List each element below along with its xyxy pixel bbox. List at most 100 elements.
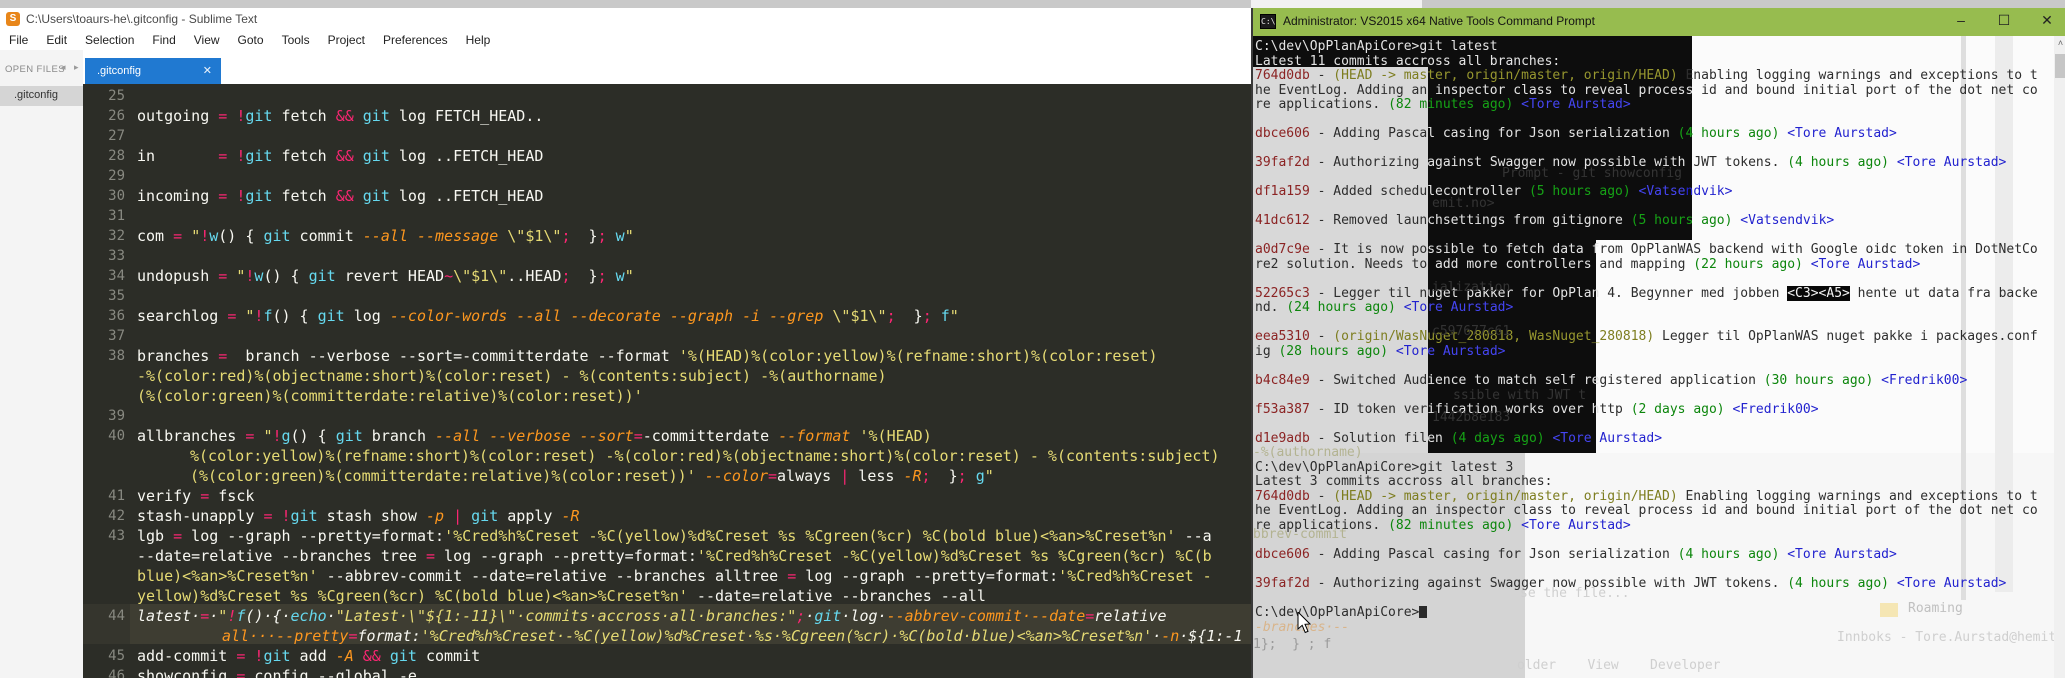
code-editor[interactable]: 25 26 27 28 29 30 31 32 33 34 35 36 37 38 39 40 41 42 43 44… — [83, 84, 1251, 678]
code-row: blue)<%an>%Creset%n' --abbrev-commit --d… — [137, 567, 1212, 585]
tab-scroll-arrows[interactable]: ◂ ▸ — [61, 62, 82, 73]
menu-view[interactable]: View — [185, 33, 229, 47]
line-number: 29 — [108, 168, 125, 184]
close-button[interactable]: ✕ — [2036, 12, 2058, 29]
menu-tools[interactable]: Tools — [273, 33, 319, 47]
console-row: he EventLog. Adding an inspector class t… — [1255, 82, 2038, 98]
line-number: 32 — [108, 228, 125, 244]
menu-edit[interactable]: Edit — [37, 33, 76, 47]
ghost-text: 1442b8e183 — [1432, 410, 1511, 425]
line-number: 44 — [108, 608, 125, 624]
code-row: all···--pretty=format:'%Cred%h%Creset·-%… — [222, 627, 1243, 645]
ghost-text: emit.no> — [1432, 196, 1495, 211]
tab-gitconfig[interactable]: .gitconfig ✕ — [85, 58, 221, 86]
line-number: 43 — [108, 528, 125, 544]
ghost-text: ialization — [1432, 280, 1511, 295]
code-row: branches = branch --verbose --sort=-comm… — [137, 347, 1158, 365]
tab-strip: ◂ ▸ .gitconfig ✕ — [61, 50, 1251, 126]
console-row: Latest 11 commits accross all branches: — [1255, 53, 1561, 69]
menu-file[interactable]: File — [0, 33, 37, 47]
console-row: b4c84e9 - Switched Audience to match sel… — [1255, 372, 1968, 388]
console-row: 41dc612 - Removed launchsettings from gi… — [1255, 213, 1835, 228]
ghost-text: -%(authorname) — [1253, 445, 1363, 460]
code-row: yellow)%d%Creset %s %Cgreen(%cr) %C(bold… — [137, 587, 986, 605]
menu-preferences[interactable]: Preferences — [374, 33, 457, 47]
maximize-button[interactable]: ☐ — [1993, 12, 2015, 29]
menu-find[interactable]: Find — [143, 33, 184, 47]
code-row: stash-unapply = !git stash show -p | git… — [137, 507, 580, 525]
console-row: dbce606 - Adding Pascal casing for Json … — [1255, 546, 1897, 562]
line-number: 36 — [108, 308, 125, 324]
console-scrollbar[interactable]: ˄ — [2054, 36, 2065, 678]
code-row: outgoing = !git fetch && git log FETCH_H… — [137, 107, 544, 125]
line-number: 38 — [108, 348, 125, 364]
console-row: ig (28 hours ago) <Tore Aurstad> — [1255, 343, 1506, 359]
menubar: File Edit Selection Find View Goto Tools… — [0, 30, 1251, 50]
line-number: 39 — [108, 408, 125, 424]
ghost-text: 1}; } ; f — [1253, 637, 1332, 652]
line-number: 28 — [108, 148, 125, 164]
console-row: nd. (24 hours ago) <Tore Aurstad> — [1255, 300, 1514, 315]
sidebar-item-gitconfig[interactable]: .gitconfig — [0, 86, 83, 106]
minimize-button[interactable]: – — [1950, 12, 1972, 28]
menu-project[interactable]: Project — [319, 33, 374, 47]
console-row: d1e9adb - Solution filen (4 days ago) <T… — [1255, 430, 1663, 446]
line-number: 25 — [108, 88, 125, 104]
ghost-folder-icon — [1880, 603, 1898, 617]
code-row: lgb = log --graph --pretty=format:'%Cred… — [137, 527, 1212, 545]
line-number: 26 — [108, 108, 125, 124]
ghost-text: Prompt - git showconfig — [1502, 166, 1683, 181]
line-number: 30 — [108, 188, 125, 204]
open-files-label: OPEN FILES — [5, 64, 65, 75]
console-row: 764d0db - (HEAD -> master, origin/master… — [1255, 68, 2038, 83]
ghost-text: ssible with JWT t — [1453, 388, 1587, 403]
console-row: 39faf2d - Authorizing against Swagger no… — [1255, 575, 2007, 591]
line-number: 37 — [108, 328, 125, 344]
line-number: 34 — [108, 268, 125, 284]
code-row: verify = fsck — [137, 487, 255, 505]
scroll-up-icon[interactable]: ˄ — [2054, 38, 2065, 48]
code-row: latest·=·"!f()·{·echo·"Latest·\"${1:-11}… — [137, 607, 1167, 625]
open-files-sidebar: OPEN FILES .gitconfig — [0, 50, 83, 678]
console-row: re2 solution. Needs to add more controll… — [1255, 256, 1921, 272]
ghost-text: bbrev-commit — [1253, 527, 1347, 542]
console-row: f53a387 - ID token verification works ov… — [1255, 401, 1819, 417]
code-row: %(color:yellow)%(refname:short)%(color:r… — [190, 447, 1220, 465]
console-row: C:\dev\OpPlanApiCore>git latest — [1255, 39, 1498, 54]
ghost-text: se the file... — [1520, 586, 1630, 601]
scrollbar-thumb[interactable] — [2055, 54, 2065, 78]
console-row: 764d0db - (HEAD -> master, origin/master… — [1255, 488, 2038, 504]
ghost-text: Innboks - Tore.Aurstad@hemit.no - Mi — [1837, 630, 2065, 645]
tab-close-icon[interactable]: ✕ — [203, 64, 212, 77]
console-titlebar[interactable]: C:\ Administrator: VS2015 x64 Native Too… — [1253, 8, 2065, 36]
line-number: 42 — [108, 508, 125, 524]
code-row: com = "!w() { git commit --all --message… — [137, 227, 634, 245]
screen-top-strip — [0, 0, 2065, 8]
line-number: 31 — [108, 208, 125, 224]
line-number: 46 — [108, 668, 125, 678]
console-row: re applications. (82 minutes ago) <Tore … — [1255, 97, 1631, 112]
ghost-text: c597677c61 — [1432, 324, 1511, 339]
code-row: -%(color:red)%(objectname:short)%(color:… — [137, 367, 887, 385]
code-row: searchlog = "!f() { git log --color-word… — [137, 307, 959, 325]
menu-selection[interactable]: Selection — [76, 33, 143, 47]
line-number: 27 — [108, 128, 125, 144]
code-row: undopush = "!w() { git revert HEAD~\"$1\… — [137, 267, 634, 285]
code-row: (%(color:green)%(committerdate:relative)… — [137, 387, 643, 405]
line-number: 45 — [108, 648, 125, 664]
console-row: 52265c3 - Legger til nuget pakker for Op… — [1255, 285, 2038, 301]
console-title: Administrator: VS2015 x64 Native Tools C… — [1283, 14, 1595, 28]
menu-help[interactable]: Help — [457, 33, 500, 47]
terminal-cursor — [1419, 605, 1428, 618]
console-row: dbce606 - Adding Pascal casing for Json … — [1255, 126, 1897, 141]
window-title: C:\Users\toaurs-he\.gitconfig - Sublime … — [26, 12, 258, 26]
sublime-window: S C:\Users\toaurs-he\.gitconfig - Sublim… — [0, 8, 1251, 678]
menu-goto[interactable]: Goto — [229, 33, 273, 47]
code-row: incoming = !git fetch && git log ..FETCH… — [137, 187, 544, 205]
code-row: --date=relative --branches tree = log --… — [137, 547, 1212, 565]
code-row: allbranches = "!g() { git branch --all -… — [137, 427, 932, 445]
console-row: eea5310 - (origin/WasNuget_280818, WasNu… — [1255, 329, 2038, 344]
console-row: he EventLog. Adding an inspector class t… — [1255, 503, 2038, 518]
sublime-titlebar[interactable]: S C:\Users\toaurs-he\.gitconfig - Sublim… — [0, 8, 1251, 30]
tab-label: .gitconfig — [97, 65, 142, 77]
